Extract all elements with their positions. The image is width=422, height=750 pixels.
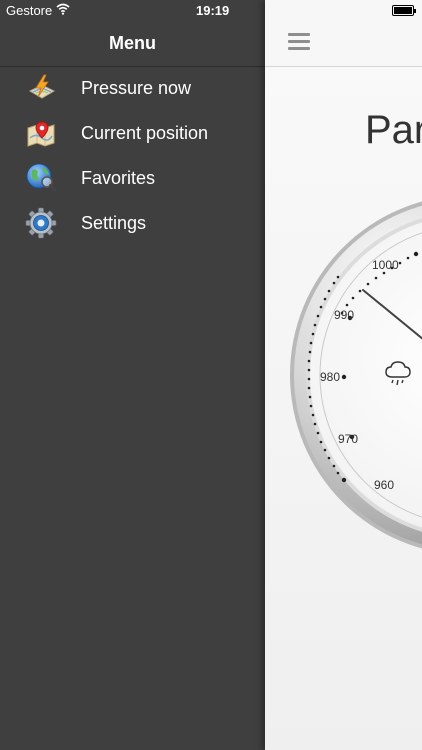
globe-search-icon xyxy=(26,163,57,192)
battery-icon xyxy=(392,5,416,16)
menu-item-favorites[interactable]: Favorites xyxy=(0,156,265,200)
carrier-name: Gestore xyxy=(6,3,53,18)
gauge-tick-label: 980 xyxy=(320,370,340,384)
menu-item-label: Favorites xyxy=(81,168,156,188)
menu-item-current-position[interactable]: Current position xyxy=(0,111,265,155)
menu-item-label: Settings xyxy=(81,213,147,233)
menu-title: Menu xyxy=(109,33,156,53)
gauge-tick-label: 970 xyxy=(338,432,358,446)
page-title: Par xyxy=(365,108,422,152)
menu-item-label: Pressure now xyxy=(81,78,192,98)
map-pin-icon xyxy=(27,121,55,147)
status-bar: Gestore 19:19 xyxy=(0,0,422,22)
gauge-tick-label: 990 xyxy=(334,308,354,322)
pressure-map-icon xyxy=(28,74,56,99)
main-content: Par 1000 990 980 970 960 xyxy=(265,0,422,750)
menu-item-settings[interactable]: Settings xyxy=(0,201,265,245)
menu-item-label: Current position xyxy=(81,123,209,143)
status-time: 19:19 xyxy=(196,3,230,18)
side-menu: Menu Pressure now Current position Favor… xyxy=(0,0,265,750)
wifi-icon xyxy=(56,3,70,15)
gauge-tick-label: 1000 xyxy=(372,258,399,272)
barometer-gauge: 1000 990 980 970 960 xyxy=(290,201,422,549)
hamburger-menu-icon[interactable] xyxy=(288,33,310,51)
gear-icon xyxy=(25,207,57,239)
gauge-tick-label: 960 xyxy=(374,478,394,492)
menu-item-pressure-now[interactable]: Pressure now xyxy=(0,66,265,110)
